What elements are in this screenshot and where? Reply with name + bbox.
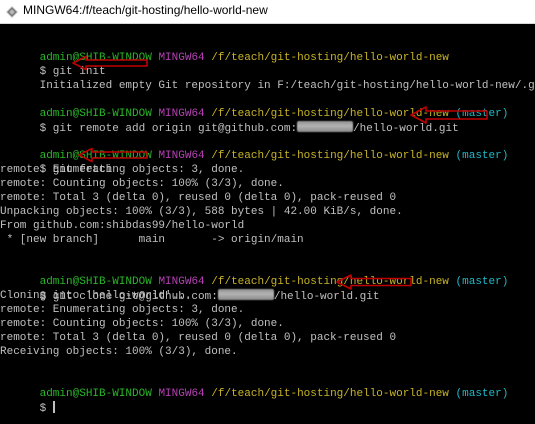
output-line: remote: Enumerating objects: 3, done. — [0, 163, 244, 177]
title-bar[interactable]: MINGW64:/f/teach/git-hosting/hello-world… — [0, 0, 535, 24]
annotation-arrow-icon — [72, 55, 148, 71]
output-text: remote: Counting objects: 100% (3/3), do… — [0, 318, 284, 330]
prompt-line: admin@SHIB-WINDOW MINGW64 /f/teach/git-h… — [0, 37, 449, 64]
output-line: Receiving objects: 100% (3/3), done. — [0, 345, 238, 359]
output-line: remote: Counting objects: 100% (3/3), do… — [0, 177, 284, 191]
output-text: Unpacking objects: 100% (3/3), 588 bytes… — [0, 206, 403, 218]
annotation-arrow-icon — [336, 274, 412, 290]
command-line-current[interactable]: $ — [0, 387, 55, 415]
prompt-line: admin@SHIB-WINDOW MINGW64 /f/teach/git-h… — [0, 373, 509, 400]
prompt-path: /f/teach/git-hosting/hello-world-new — [211, 150, 449, 162]
output-text: remote: Enumerating objects: 3, done. — [0, 304, 245, 316]
prompt-user: admin@SHIB-WINDOW — [39, 388, 152, 400]
output-text: * [new branch] main -> origin/main — [0, 234, 304, 246]
output-line: * [new branch] main -> origin/main — [0, 233, 304, 247]
annotation-arrow-icon — [78, 147, 148, 163]
output-line: remote: Counting objects: 100% (3/3), do… — [0, 317, 284, 331]
command-line-remote: $ git remote add origin git@github.com: /… — [0, 107, 459, 135]
prompt-line: admin@SHIB-WINDOW MINGW64 /f/teach/git-h… — [0, 261, 509, 288]
prompt-branch: (master) — [455, 276, 509, 288]
output-line: remote: Total 3 (delta 0), reused 0 (del… — [0, 331, 396, 345]
prompt-host: MINGW64 — [158, 150, 205, 162]
command-line-clone: $ git clone git@github.com:/hello-world.… — [0, 275, 379, 303]
prompt-path: /f/teach/git-hosting/hello-world-new — [211, 52, 449, 64]
command-text: $ — [39, 403, 53, 415]
command-text: $ git remote add origin git@github.com: — [39, 123, 298, 135]
redacted-username — [297, 121, 354, 132]
output-line: From github.com:shibdas99/hello-world — [0, 219, 244, 233]
prompt-host: MINGW64 — [158, 52, 205, 64]
prompt-branch: (master) — [455, 388, 509, 400]
text-cursor — [52, 401, 55, 413]
command-text-suffix: /hello-world.git — [273, 291, 380, 303]
output-line: remote: Enumerating objects: 3, done. — [0, 303, 244, 317]
prompt-host: MINGW64 — [158, 388, 205, 400]
output-text: Receiving objects: 100% (3/3), done. — [0, 346, 238, 358]
prompt-branch: (master) — [455, 150, 509, 162]
output-text: remote: Counting objects: 100% (3/3), do… — [0, 178, 284, 190]
output-text: From github.com:shibdas99/hello-world — [0, 220, 245, 232]
output-line: Cloning into 'hello-world'... — [0, 289, 191, 303]
prompt-path: /f/teach/git-hosting/hello-world-new — [211, 388, 449, 400]
output-text: remote: Enumerating objects: 3, done. — [0, 164, 245, 176]
output-text: Initialized empty Git repository in F:/t… — [39, 80, 535, 92]
output-text: remote: Total 3 (delta 0), reused 0 (del… — [0, 332, 397, 344]
output-line: Unpacking objects: 100% (3/3), 588 bytes… — [0, 205, 403, 219]
terminal-window: MINGW64:/f/teach/git-hosting/hello-world… — [0, 0, 535, 424]
output-text: Cloning into 'hello-world'... — [0, 290, 192, 302]
git-bash-icon — [5, 5, 19, 19]
terminal-output[interactable]: admin@SHIB-WINDOW MINGW64 /f/teach/git-h… — [0, 25, 535, 424]
annotation-arrow-icon — [410, 106, 488, 124]
output-text: remote: Total 3 (delta 0), reused 0 (del… — [0, 192, 397, 204]
window-title: MINGW64:/f/teach/git-hosting/hello-world… — [23, 3, 268, 17]
output-line: remote: Total 3 (delta 0), reused 0 (del… — [0, 191, 396, 205]
redacted-username — [217, 289, 274, 300]
